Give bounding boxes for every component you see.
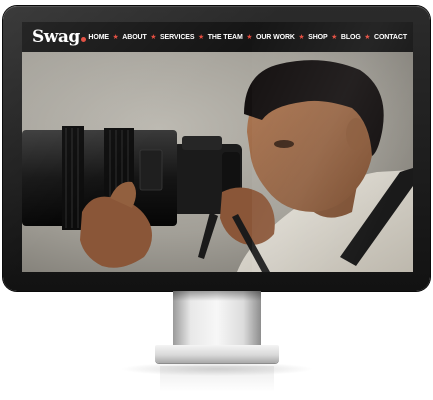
logo-text: Swag [32,27,80,47]
star-icon: ★ [197,33,205,41]
star-icon: ★ [331,33,338,41]
star-icon: ★ [150,33,157,41]
star-icon: ★ [298,33,305,41]
site-logo[interactable]: Swag [32,27,86,47]
stand-base-reflection [160,366,274,392]
hero-image [22,52,413,272]
monitor-stand-base [155,345,279,363]
star-icon: ★ [246,33,253,41]
nav-item-services[interactable]: SERVICES [160,34,195,41]
main-nav: HOME ★ ABOUT ★ SERVICES ★ THE TEAM ★ OUR… [88,33,407,41]
nav-item-blog[interactable]: BLOG [341,34,361,41]
nav-item-about[interactable]: ABOUT [122,34,146,41]
star-icon: ★ [112,33,119,41]
monitor-frame: Swag HOME ★ ABOUT ★ SERVICES ★ THE TEAM … [3,6,430,291]
monitor-screen: Swag HOME ★ ABOUT ★ SERVICES ★ THE TEAM … [22,22,413,272]
nav-item-shop[interactable]: SHOP [308,34,328,41]
nav-item-contact[interactable]: CONTACT [374,34,407,41]
site-header: Swag HOME ★ ABOUT ★ SERVICES ★ THE TEAM … [22,22,413,52]
logo-dot-icon [80,37,86,42]
nav-item-home[interactable]: HOME [88,34,109,41]
nav-item-the-team[interactable]: THE TEAM [208,34,243,41]
photographer-illustration [22,52,413,272]
star-icon: ★ [364,33,371,41]
nav-item-our-work[interactable]: OUR WORK [256,34,295,41]
monitor-stand-shadow [173,291,261,301]
